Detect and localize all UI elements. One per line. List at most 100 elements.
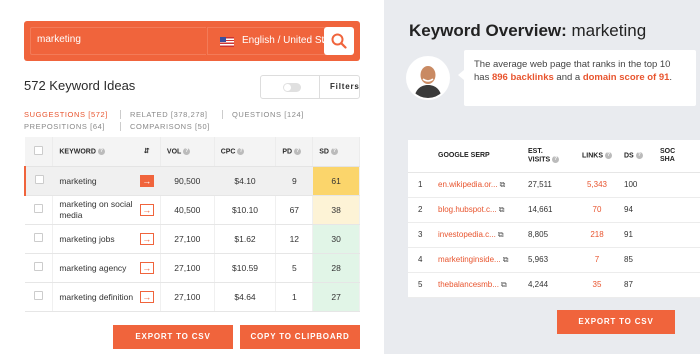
overview-keyword: marketing (571, 21, 647, 40)
sd-cell: 38 (312, 195, 360, 225)
arrow-right-icon[interactable]: → (139, 203, 154, 216)
serp-url-link[interactable]: thebalancesmb... (438, 280, 499, 289)
row-checkbox-cell (25, 282, 54, 312)
tab-divider (120, 110, 121, 119)
visits-cell: 27,511 (524, 172, 574, 198)
overview-title-label: Keyword Overview: (409, 21, 567, 40)
serp-url-link[interactable]: en.wikipedia.or... (438, 180, 498, 189)
arrow-right-icon[interactable]: → (139, 261, 154, 274)
serp-url-link[interactable]: marketinginside... (438, 255, 501, 264)
links-header[interactable]: LINKS? (574, 140, 620, 173)
serp-url-cell: en.wikipedia.or... ⧉ (434, 172, 524, 198)
links-cell[interactable]: 7 (574, 247, 620, 273)
filters-toggle[interactable]: Filters (260, 75, 360, 99)
search-input[interactable]: marketing (30, 27, 206, 55)
ds-cell: 100 (620, 172, 656, 198)
links-cell[interactable]: 5,343 (574, 172, 620, 198)
keyword-table: KEYWORD? ⇵ VOL? CPC? PD? SD? marketing →… (24, 137, 360, 312)
overview-title: Keyword Overview: marketing (409, 21, 646, 41)
export-csv-button[interactable]: EXPORT TO CSV (113, 325, 233, 349)
arrow-right-icon[interactable]: → (139, 290, 154, 303)
table-row[interactable]: 5 thebalancesmb... ⧉ 4,244 35 87 (408, 272, 700, 298)
keyword-action-cell: → (133, 224, 161, 254)
serp-url-link[interactable]: investopedia.c... (438, 230, 496, 239)
ds-cell: 94 (620, 197, 656, 223)
serp-header[interactable]: GOOGLE SERP (434, 140, 524, 173)
toggle-switch[interactable] (283, 83, 301, 92)
keyword-action-cell: → (133, 195, 161, 225)
vol-header[interactable]: VOL? (160, 137, 215, 167)
external-link-icon[interactable]: ⧉ (499, 205, 505, 214)
keyword-cell: marketing (52, 166, 134, 196)
search-icon (331, 33, 347, 49)
table-row[interactable]: marketing agency → 27,100 $10.59 5 28 (25, 253, 360, 283)
keyword-action-cell: → (133, 282, 161, 312)
help-icon[interactable]: ? (183, 147, 191, 155)
table-row[interactable]: 4 marketinginside... ⧉ 5,963 7 85 (408, 247, 700, 273)
us-flag-icon (220, 37, 234, 47)
visits-cell: 5,963 (524, 247, 574, 273)
sort-icon[interactable]: ⇵ (133, 137, 161, 167)
vol-cell: 90,500 (160, 166, 215, 196)
arrow-right-icon[interactable]: → (139, 232, 154, 245)
pd-cell: 67 (275, 195, 314, 225)
social-header[interactable]: SOC SHA (656, 140, 700, 173)
select-all-checkbox[interactable] (34, 145, 44, 155)
external-link-icon[interactable]: ⧉ (498, 230, 504, 239)
visits-header[interactable]: EST. VISITS? (524, 140, 574, 173)
row-checkbox[interactable] (34, 291, 44, 300)
rank-cell: 1 (408, 172, 434, 198)
table-row[interactable]: 1 en.wikipedia.or... ⧉ 27,511 5,343 100 (408, 172, 700, 198)
keyword-action-cell: → (133, 253, 161, 283)
language-label: English / United St... (242, 35, 333, 46)
pd-header[interactable]: PD? (275, 137, 314, 167)
sd-header[interactable]: SD? (312, 137, 360, 167)
social-cell (656, 172, 700, 198)
ds-header[interactable]: DS? (620, 140, 656, 173)
help-icon[interactable]: ? (294, 147, 302, 155)
export-csv-button-right[interactable]: EXPORT TO CSV (557, 310, 675, 334)
table-row[interactable]: marketing definition → 27,100 $4.64 1 27 (25, 282, 360, 312)
row-checkbox[interactable] (34, 175, 44, 184)
vol-cell: 40,500 (160, 195, 215, 225)
help-icon[interactable]: ? (635, 151, 643, 159)
help-icon[interactable]: ? (237, 147, 245, 155)
arrow-right-icon[interactable]: → (139, 174, 154, 187)
tab-questions[interactable]: QUESTIONS [124] (232, 110, 304, 119)
help-icon[interactable]: ? (605, 151, 612, 159)
insight-message: The average web page that ranks in the t… (458, 50, 696, 106)
keyword-ideas-count: 572 Keyword Ideas (24, 78, 136, 93)
links-cell[interactable]: 218 (574, 222, 620, 248)
row-checkbox[interactable] (34, 262, 44, 271)
external-link-icon[interactable]: ⧉ (501, 280, 507, 289)
cpc-cell: $1.62 (214, 224, 277, 254)
links-cell[interactable]: 70 (574, 197, 620, 223)
pd-cell: 1 (275, 282, 314, 312)
tab-comparisons[interactable]: COMPARISONS [50] (130, 122, 210, 131)
cpc-header[interactable]: CPC? (214, 137, 277, 167)
table-row[interactable]: marketing jobs → 27,100 $1.62 12 30 (25, 224, 360, 254)
rank-header (408, 140, 434, 173)
tab-suggestions[interactable]: SUGGESTIONS [572] (24, 110, 108, 119)
vol-cell: 27,100 (160, 282, 215, 312)
tab-related[interactable]: RELATED [378,278] (130, 110, 208, 119)
row-checkbox[interactable] (34, 204, 44, 213)
tab-prepositions[interactable]: PREPOSITIONS [64] (24, 122, 105, 131)
row-checkbox[interactable] (34, 233, 44, 242)
help-icon[interactable]: ? (97, 147, 105, 155)
table-row[interactable]: marketing on social media → 40,500 $10.1… (25, 195, 360, 225)
keyword-header[interactable]: KEYWORD? (52, 137, 134, 167)
serp-url-link[interactable]: blog.hubspot.c... (438, 205, 497, 214)
table-row[interactable]: marketing → 90,500 $4.10 9 61 (24, 166, 360, 196)
language-select[interactable]: English / United St... ⌄ (207, 27, 337, 55)
external-link-icon[interactable]: ⧉ (503, 255, 509, 264)
cpc-cell: $4.64 (214, 282, 277, 312)
links-cell[interactable]: 35 (574, 272, 620, 298)
table-row[interactable]: 3 investopedia.c... ⧉ 8,805 218 91 (408, 222, 700, 248)
help-icon[interactable]: ? (552, 155, 560, 163)
external-link-icon[interactable]: ⧉ (500, 180, 506, 189)
help-icon[interactable]: ? (330, 147, 338, 155)
copy-clipboard-button[interactable]: COPY TO CLIPBOARD (240, 325, 360, 349)
search-button[interactable] (324, 27, 354, 55)
table-row[interactable]: 2 blog.hubspot.c... ⧉ 14,661 70 94 (408, 197, 700, 223)
